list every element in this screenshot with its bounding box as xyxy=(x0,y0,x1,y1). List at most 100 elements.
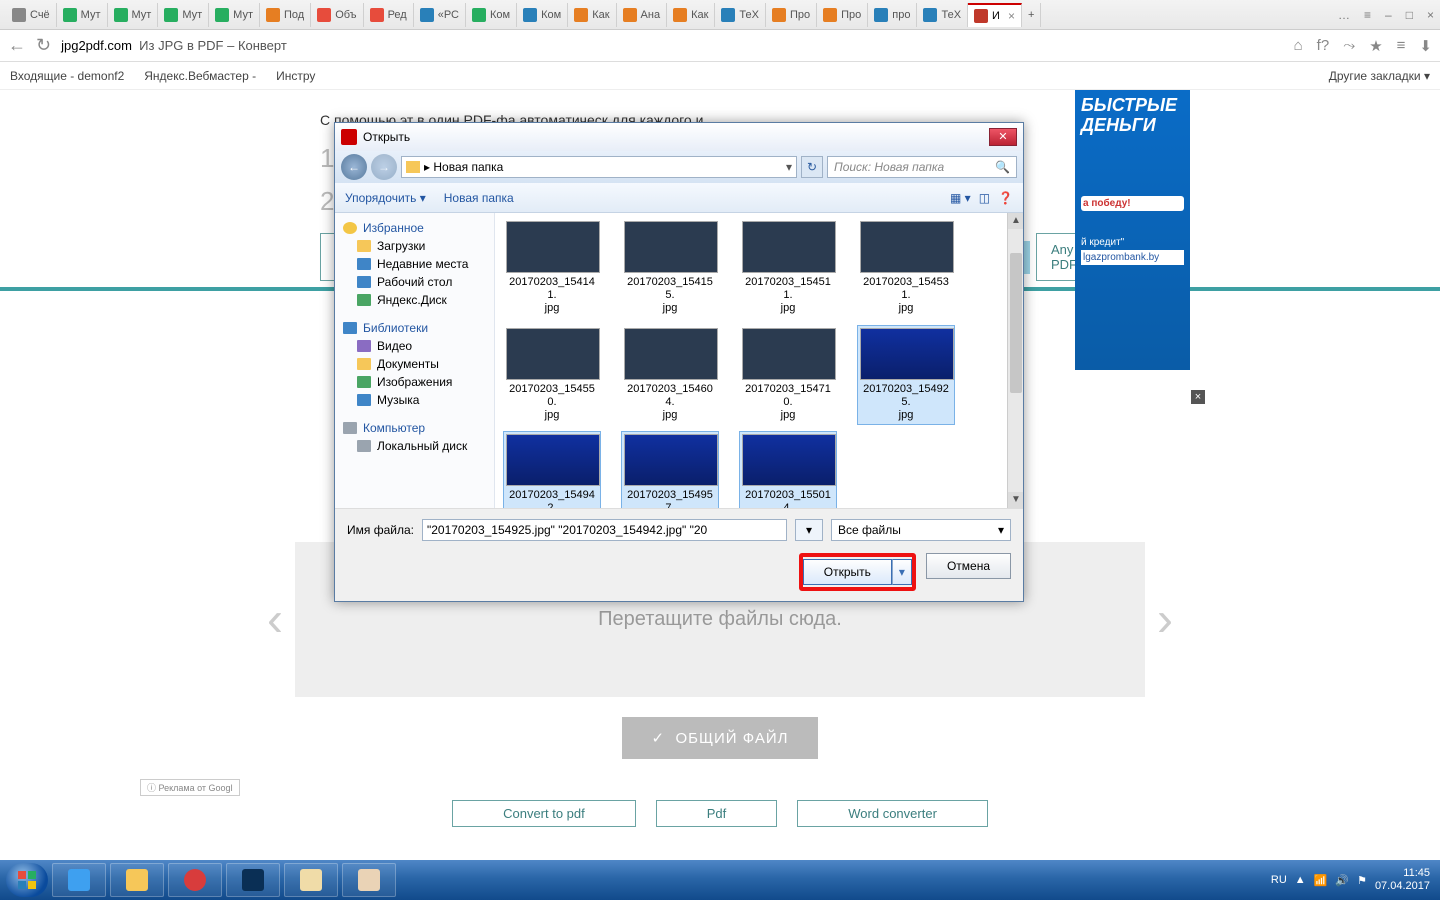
path-field[interactable]: ▸ Новая папка ▾ xyxy=(401,156,797,178)
file-item[interactable]: 20170203_154511.jpg xyxy=(739,218,837,319)
tree-item[interactable]: Видео xyxy=(339,337,490,355)
tree-libraries[interactable]: Библиотеки xyxy=(339,319,490,337)
ad-link[interactable]: Pdf xyxy=(656,800,778,827)
search-input[interactable]: Поиск: Новая папка 🔍 xyxy=(827,156,1017,178)
back-button[interactable]: ← xyxy=(8,35,26,56)
download-icon[interactable]: ⬇ xyxy=(1419,37,1432,55)
network-icon[interactable]: 📶 xyxy=(1314,874,1328,887)
lang-indicator[interactable]: RU xyxy=(1271,874,1287,886)
file-item[interactable]: 20170203_154942.jpg xyxy=(503,431,601,508)
browser-tab[interactable]: Объ xyxy=(311,3,363,27)
scroll-up-icon[interactable]: ▲ xyxy=(1008,213,1023,229)
window-close-icon[interactable]: × xyxy=(1427,8,1434,22)
view-icon[interactable]: ▦ ▾ xyxy=(950,191,971,205)
tree-item[interactable]: Изображения xyxy=(339,373,490,391)
tree-item[interactable]: Яндекс.Диск xyxy=(339,291,490,309)
reader-icon[interactable]: f? xyxy=(1317,37,1330,54)
bookmark-item[interactable]: Инстру xyxy=(276,69,315,83)
new-tab-button[interactable]: + xyxy=(1022,3,1041,27)
dialog-titlebar[interactable]: Открыть ✕ xyxy=(335,123,1023,151)
ad-close-icon[interactable]: × xyxy=(1191,390,1205,404)
browser-tab[interactable]: ТеХ xyxy=(917,3,968,27)
tab-close-icon[interactable]: × xyxy=(1008,9,1015,23)
next-arrow-icon[interactable]: › xyxy=(1157,592,1173,647)
taskbar-app[interactable] xyxy=(52,863,106,897)
file-item[interactable]: 20170203_154604.jpg xyxy=(621,325,719,426)
taskbar-app[interactable] xyxy=(226,863,280,897)
clock[interactable]: 11:45 07.04.2017 xyxy=(1375,867,1430,893)
tree-item[interactable]: Локальный диск xyxy=(339,437,490,455)
open-split-button[interactable]: ▾ xyxy=(892,559,912,585)
browser-tab[interactable]: И× xyxy=(968,3,1022,27)
browser-tab[interactable]: Мут xyxy=(57,3,108,27)
file-item[interactable]: 20170203_154957.jpg xyxy=(621,431,719,508)
prev-arrow-icon[interactable]: ‹ xyxy=(267,592,283,647)
tree-item[interactable]: Недавние места xyxy=(339,255,490,273)
url-field[interactable]: jpg2pdf.com Из JPG в PDF – Конверт xyxy=(61,38,287,53)
file-item[interactable]: 20170203_154531.jpg xyxy=(857,218,955,319)
tree-item[interactable]: Рабочий стол xyxy=(339,273,490,291)
scroll-down-icon[interactable]: ▼ xyxy=(1008,492,1023,508)
file-item[interactable]: 20170203_155014.jpg xyxy=(739,431,837,508)
window-menu-icon[interactable]: ≡ xyxy=(1364,8,1371,22)
refresh-button[interactable]: ↻ xyxy=(801,156,823,178)
tree-item[interactable]: Музыка xyxy=(339,391,490,409)
ad-link[interactable]: Word converter xyxy=(797,800,988,827)
browser-tab[interactable]: Под xyxy=(260,3,311,27)
flag-icon[interactable]: ⚑ xyxy=(1357,874,1367,887)
home-icon[interactable]: ⌂ xyxy=(1294,37,1303,54)
rss-icon[interactable]: ⤳ xyxy=(1343,37,1355,54)
filetype-dropdown[interactable]: Все файлы▾ xyxy=(831,519,1011,541)
tray-icon[interactable]: ▲ xyxy=(1295,874,1306,886)
file-item[interactable]: 20170203_154710.jpg xyxy=(739,325,837,426)
browser-tab[interactable]: Мут xyxy=(108,3,159,27)
window-maximize-icon[interactable]: □ xyxy=(1406,8,1413,22)
file-item[interactable]: 20170203_154141.jpg xyxy=(503,218,601,319)
browser-tab[interactable]: Ана xyxy=(617,3,668,27)
scrollbar[interactable]: ▲ ▼ xyxy=(1007,213,1023,508)
preview-pane-icon[interactable]: ◫ xyxy=(979,191,990,205)
cancel-button[interactable]: Отмена xyxy=(926,553,1011,579)
browser-tab[interactable]: Счё xyxy=(6,3,57,27)
organize-menu[interactable]: Упорядочить ▾ xyxy=(345,191,426,205)
bookmark-more[interactable]: … xyxy=(1338,8,1350,22)
tree-item[interactable]: Загрузки xyxy=(339,237,490,255)
browser-tab[interactable]: Ком xyxy=(517,3,568,27)
volume-icon[interactable]: 🔊 xyxy=(1335,874,1349,887)
nav-back-button[interactable]: ← xyxy=(341,154,367,180)
dialog-close-icon[interactable]: ✕ xyxy=(989,128,1017,146)
window-minimize-icon[interactable]: – xyxy=(1385,8,1392,22)
start-button[interactable] xyxy=(6,863,48,897)
file-item[interactable]: 20170203_154550.jpg xyxy=(503,325,601,426)
browser-tab[interactable]: про xyxy=(868,3,917,27)
help-icon[interactable]: ❓ xyxy=(998,191,1013,205)
reload-button[interactable]: ↻ xyxy=(36,35,51,56)
menu-icon[interactable]: ≡ xyxy=(1397,37,1406,54)
taskbar-app[interactable] xyxy=(168,863,222,897)
browser-tab[interactable]: Ред xyxy=(364,3,414,27)
open-button[interactable]: Открыть xyxy=(803,559,892,585)
taskbar-app[interactable] xyxy=(110,863,164,897)
browser-tab[interactable]: ТеХ xyxy=(715,3,766,27)
tree-favorites[interactable]: Избранное xyxy=(339,219,490,237)
browser-tab[interactable]: Как xyxy=(667,3,715,27)
new-folder-button[interactable]: Новая папка xyxy=(444,191,514,205)
browser-tab[interactable]: Ком xyxy=(466,3,517,27)
ad-cta[interactable]: а победу! xyxy=(1081,196,1184,211)
file-item[interactable]: 20170203_154155.jpg xyxy=(621,218,719,319)
search-icon[interactable]: 🔍 xyxy=(995,160,1010,174)
other-bookmarks[interactable]: Другие закладки ▾ xyxy=(1329,69,1430,83)
tree-computer[interactable]: Компьютер xyxy=(339,419,490,437)
browser-tab[interactable]: «РС xyxy=(414,3,466,27)
tree-item[interactable]: Документы xyxy=(339,355,490,373)
filename-input[interactable] xyxy=(422,519,787,541)
ad-link[interactable]: Convert to pdf xyxy=(452,800,636,827)
browser-tab[interactable]: Мут xyxy=(209,3,260,27)
browser-tab[interactable]: Про xyxy=(817,3,868,27)
browser-tab[interactable]: Про xyxy=(766,3,817,27)
filename-dropdown[interactable]: ▾ xyxy=(795,519,823,541)
browser-tab[interactable]: Мут xyxy=(158,3,209,27)
file-item[interactable]: 20170203_154925.jpg xyxy=(857,325,955,426)
bookmark-item[interactable]: Яндекс.Вебмастер - xyxy=(144,69,256,83)
taskbar-app[interactable] xyxy=(342,863,396,897)
